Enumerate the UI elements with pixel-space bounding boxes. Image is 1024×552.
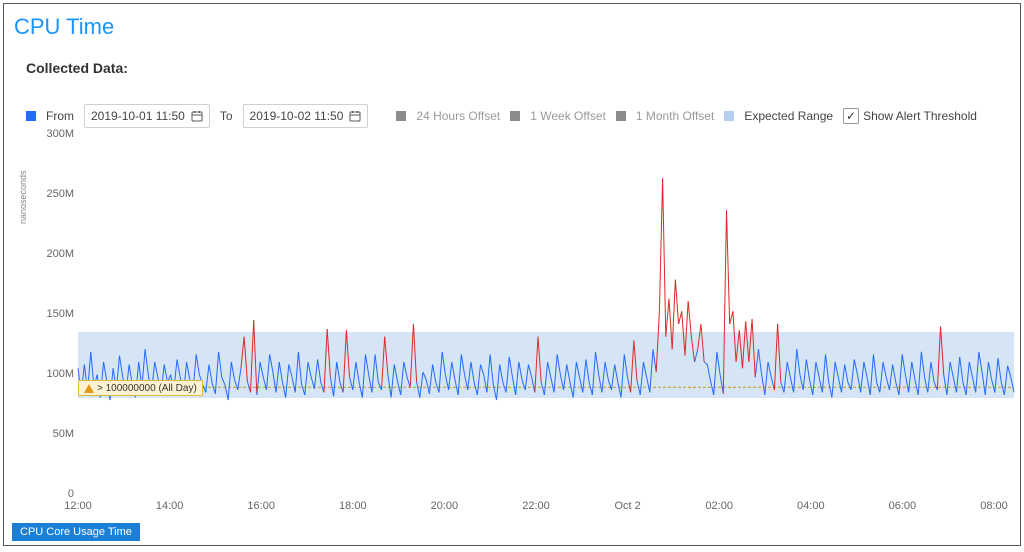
from-date-value: 2019-10-01 11:50 <box>91 109 185 123</box>
y-tick: 200M <box>40 248 74 260</box>
y-tick: 50M <box>40 428 74 440</box>
x-tick: 06:00 <box>889 500 917 512</box>
checkbox-checked-icon: ✓ <box>843 108 859 124</box>
y-tick: 100M <box>40 368 74 380</box>
y-tick: 150M <box>40 308 74 320</box>
y-tick: 300M <box>40 128 74 140</box>
chart-area: nanoseconds > 100000000 (All Day) 050M10… <box>22 134 1014 514</box>
from-swatch <box>26 111 36 121</box>
y-tick: 250M <box>40 188 74 200</box>
x-tick: Oct 2 <box>614 500 640 512</box>
collected-data-label: Collected Data: <box>26 60 128 76</box>
show-alert-threshold-checkbox[interactable]: ✓ Show Alert Threshold <box>843 108 977 124</box>
x-tick: 08:00 <box>980 500 1008 512</box>
to-date-input[interactable]: 2019-10-02 11:50 <box>243 104 369 128</box>
metrics-panel: CPU Time Collected Data: From 2019-10-01… <box>3 3 1021 546</box>
x-tick: 02:00 <box>705 500 733 512</box>
warning-icon <box>84 384 94 393</box>
x-tick: 16:00 <box>247 500 275 512</box>
plot-area[interactable]: > 100000000 (All Day) <box>78 134 1014 514</box>
alert-threshold-badge[interactable]: > 100000000 (All Day) <box>78 380 203 396</box>
expected-range-swatch <box>724 111 734 121</box>
y-axis-label: nanoseconds <box>18 170 28 224</box>
y-tick: 0 <box>40 488 74 500</box>
offset-1m-swatch <box>616 111 626 121</box>
x-tick: 22:00 <box>522 500 550 512</box>
from-label: From <box>46 109 74 123</box>
x-tick: 18:00 <box>339 500 367 512</box>
calendar-icon <box>191 110 203 122</box>
from-date-input[interactable]: 2019-10-01 11:50 <box>84 104 210 128</box>
x-tick: 12:00 <box>64 500 92 512</box>
series-button[interactable]: CPU Core Usage Time <box>12 523 140 541</box>
offset-1w-toggle[interactable]: 1 Week Offset <box>530 109 606 123</box>
controls-row: From 2019-10-01 11:50 To 2019-10-02 11:5… <box>26 102 977 130</box>
page-title: CPU Time <box>14 14 114 40</box>
x-tick: 14:00 <box>156 500 184 512</box>
x-tick: 20:00 <box>431 500 459 512</box>
offset-1m-toggle[interactable]: 1 Month Offset <box>636 109 715 123</box>
expected-range-label: Expected Range <box>744 109 833 123</box>
to-label: To <box>220 109 233 123</box>
x-tick: 04:00 <box>797 500 825 512</box>
to-date-value: 2019-10-02 11:50 <box>250 109 344 123</box>
calendar-icon <box>349 110 361 122</box>
offset-1w-swatch <box>510 111 520 121</box>
offset-24h-swatch <box>396 111 406 121</box>
offset-24h-toggle[interactable]: 24 Hours Offset <box>416 109 500 123</box>
show-alert-threshold-label: Show Alert Threshold <box>863 109 977 123</box>
alert-threshold-text: > 100000000 (All Day) <box>97 383 197 394</box>
